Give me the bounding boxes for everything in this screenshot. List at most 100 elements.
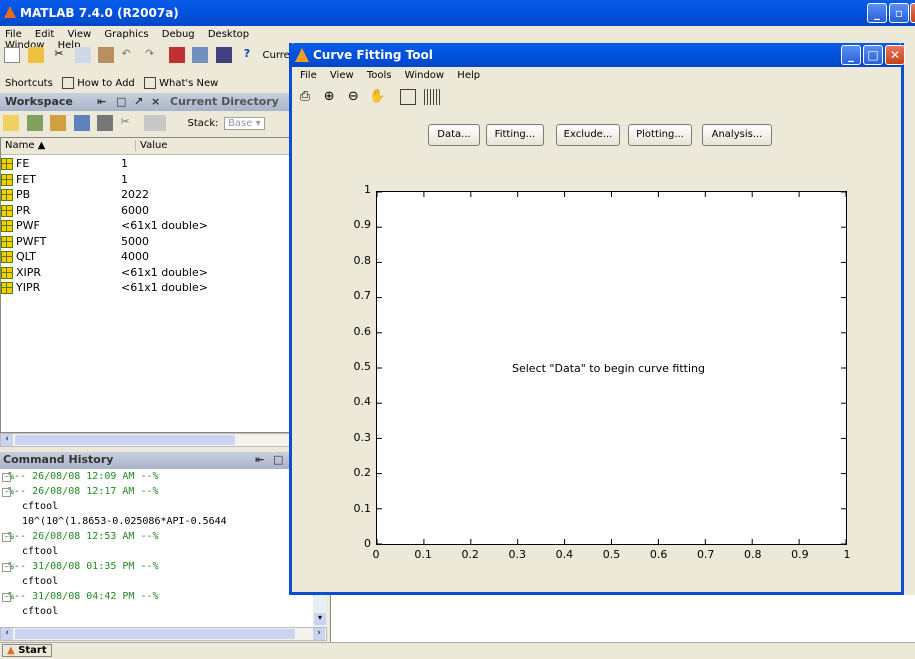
redo-icon[interactable]: ↷ [145,47,161,63]
history-maximize-icon[interactable]: □ [273,453,283,466]
pin-icon[interactable]: ↗ [134,95,143,108]
cftool-menu-window[interactable]: Window [405,70,444,81]
plot-selection-icon[interactable] [144,115,166,131]
cftool-maximize-button[interactable]: □ [863,45,883,65]
history-hscrollbar[interactable]: ‹ › [0,627,327,641]
open-folder-icon[interactable] [27,47,44,63]
zoom-in-icon[interactable]: ⊕ [321,89,337,105]
tree-toggle-icon[interactable]: - [2,473,11,482]
x-tick-labels: 0 0.1 0.2 0.3 0.4 0.5 0.6 0.7 0.8 0.9 1 [0,0,915,561]
scroll-down-icon[interactable]: ▾ [314,613,326,625]
variable-name: PWFT [16,234,47,248]
history-session-header[interactable]: %-- 31/08/08 04:42 PM --% [8,591,159,602]
variable-name: PR [16,203,31,217]
fitting-button[interactable]: Fitting... [486,124,544,146]
main-close-button[interactable] [910,3,915,23]
new-file-icon[interactable] [4,47,20,63]
workspace-row[interactable]: FET 1 [1,173,291,188]
history-session-header[interactable]: %-- 26/08/08 12:53 AM --% [8,531,159,542]
data-button[interactable]: Data... [428,124,480,146]
workspace-row[interactable]: PB 2022 [1,188,291,203]
history-undock-icon[interactable]: ⇤ [255,453,264,466]
history-scroll-left-icon[interactable]: ‹ [1,628,13,640]
history-command[interactable]: cftool [22,501,58,512]
print-icon[interactable] [97,115,113,131]
open-variable-icon[interactable] [26,115,43,131]
plotting-button[interactable]: Plotting... [628,124,692,146]
delete-icon[interactable]: ✂ [121,115,137,131]
main-restore-button[interactable]: ▫ [889,3,909,23]
plot-axes[interactable]: Select "Data" to begin curve fitting [376,191,847,545]
help-icon[interactable]: ? [239,47,255,63]
simulink-icon[interactable] [168,47,185,63]
cftool-close-button[interactable]: ✕ [885,45,905,65]
history-command[interactable]: cftool [22,606,58,617]
tree-toggle-icon[interactable]: - [2,533,11,542]
workspace-row[interactable]: PR 6000 [1,204,291,219]
whats-new-link[interactable]: What's New [159,78,218,89]
start-button[interactable]: ▲ Start [2,644,52,657]
menu-desktop[interactable]: Desktop [208,29,249,40]
tree-toggle-icon[interactable]: - [2,593,11,602]
command-window-area[interactable] [330,595,915,642]
menu-edit[interactable]: Edit [35,29,54,40]
close-panel-icon[interactable]: × [151,95,160,108]
maximize-panel-icon[interactable]: □ [116,95,126,108]
legend-toggle-icon[interactable] [399,89,416,105]
workspace-row[interactable]: QLT 4000 [1,250,291,265]
menu-debug[interactable]: Debug [162,29,195,40]
workspace-row[interactable]: YIPR <61x1 double> [1,281,291,296]
column-value-header[interactable]: Value [135,140,167,151]
paste-icon[interactable] [98,47,114,63]
history-session-header[interactable]: %-- 26/08/08 12:09 AM --% [8,471,159,482]
y-tick-label: 0.5 [353,360,372,373]
stack-value: Base [228,118,253,129]
profiler-icon[interactable] [215,47,232,63]
how-to-add-icon [62,77,74,89]
menu-file[interactable]: File [5,29,22,40]
main-titlebar: MATLAB 7.4.0 (R2007a) _ ▫ [0,0,915,26]
cftool-minimize-button[interactable]: _ [841,45,861,65]
cut-icon[interactable]: ✂ [51,47,67,63]
menu-view[interactable]: View [67,29,91,40]
main-minimize-button[interactable]: _ [867,3,887,23]
workspace-title[interactable]: Workspace [5,95,73,108]
menu-graphics[interactable]: Graphics [104,29,148,40]
history-command[interactable]: 10^(10^(1.8653-0.025086*API-0.5644 [22,516,227,527]
history-vscrollbar[interactable]: ▾ [313,596,327,627]
history-scroll-thumb[interactable] [15,629,295,639]
guide-icon[interactable] [192,47,208,63]
undock-icon[interactable]: ⇤ [97,95,106,108]
cftool-menu-help[interactable]: Help [457,70,480,81]
history-session-header[interactable]: %-- 26/08/08 12:17 AM --% [8,486,159,497]
history-scroll-right-icon[interactable]: › [313,628,325,640]
grid-toggle-icon[interactable] [423,89,440,105]
cftool-menu-file[interactable]: File [300,70,317,81]
analysis-button[interactable]: Analysis... [702,124,772,146]
stack-select[interactable]: Base ▾ [224,117,265,130]
load-data-icon[interactable] [50,115,66,131]
tree-toggle-icon[interactable]: - [2,563,11,572]
scroll-left-icon[interactable]: ‹ [1,434,13,446]
workspace-row[interactable]: PWFT 5000 [1,235,291,250]
history-title: Command History [3,453,114,466]
cftool-print-icon[interactable]: ⎙ [297,89,313,105]
column-name-header[interactable]: Name ▲ [5,140,45,151]
new-variable-icon[interactable] [3,115,19,131]
how-to-add-link[interactable]: How to Add [77,78,135,89]
scroll-thumb[interactable] [15,435,235,445]
history-session-header[interactable]: %-- 31/08/08 01:35 PM --% [8,561,159,572]
tab-current-directory[interactable]: Current Directory [170,95,279,108]
workspace-hscrollbar[interactable]: ‹ [0,433,293,447]
workspace-row[interactable]: PWF <61x1 double> [1,219,291,234]
variable-icon [1,158,13,170]
tree-toggle-icon[interactable]: - [2,488,11,497]
workspace-row[interactable]: XIPR <61x1 double> [1,266,291,281]
history-command[interactable]: cftool [22,576,58,587]
copy-icon[interactable] [74,47,91,63]
history-command[interactable]: cftool [22,546,58,557]
save-workspace-icon[interactable] [73,115,90,131]
undo-icon[interactable]: ↶ [122,47,138,63]
workspace-row[interactable]: FE 1 [1,157,291,172]
exclude-button[interactable]: Exclude... [556,124,620,146]
